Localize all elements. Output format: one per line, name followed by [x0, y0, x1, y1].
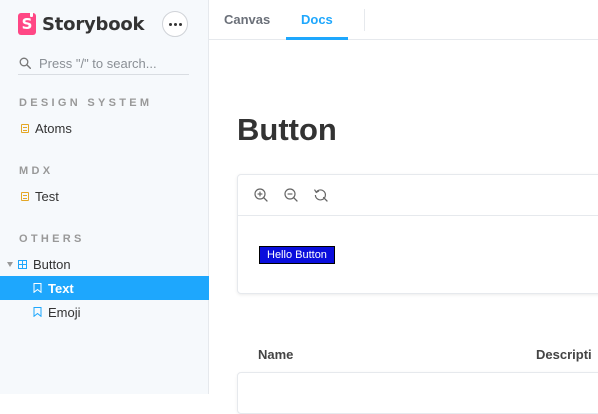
sidebar-item-test[interactable]: Test — [0, 184, 209, 208]
section-title-others: OTHERS — [19, 233, 85, 245]
tab-divider — [364, 9, 365, 31]
preview-toolbar — [238, 175, 598, 216]
props-header-description: Descripti — [536, 347, 592, 362]
zoom-out-icon[interactable] — [283, 187, 299, 203]
toolbar-tabs: Canvas Docs — [209, 0, 598, 40]
page-title: Button — [237, 112, 337, 147]
search-box — [18, 52, 189, 75]
sidebar-item-label: Test — [35, 188, 59, 204]
hello-button[interactable]: Hello Button — [259, 246, 335, 264]
sidebar-item-label: Button — [33, 256, 71, 272]
sidebar-item-button[interactable]: Button — [0, 252, 209, 276]
menu-button[interactable] — [162, 11, 188, 37]
props-header-name: Name — [258, 347, 294, 362]
ellipsis-dot — [178, 22, 182, 26]
section-title-design-system: DESIGN SYSTEM — [19, 97, 153, 109]
zoom-in-icon[interactable] — [253, 187, 269, 203]
chevron-down-icon[interactable] — [7, 261, 13, 267]
section-title-mdx: MDX — [19, 165, 54, 177]
search-input[interactable] — [39, 55, 187, 71]
component-icon — [18, 259, 27, 269]
ellipsis-icon — [168, 22, 172, 26]
brand-name: Storybook — [42, 13, 145, 35]
tab-canvas[interactable]: Canvas — [224, 0, 270, 40]
sidebar-item-atoms[interactable]: Atoms — [0, 116, 209, 140]
story-preview: Hello Button — [237, 174, 598, 294]
storybook-logo[interactable]: S Storybook — [18, 12, 145, 36]
bookmark-icon — [33, 307, 42, 317]
reset-zoom-icon[interactable] — [313, 187, 329, 203]
sidebar-item-emoji[interactable]: Emoji — [0, 300, 209, 324]
props-table — [237, 372, 598, 414]
sidebar-item-label: Text — [48, 280, 74, 296]
document-icon — [21, 191, 29, 201]
sidebar-item-label: Emoji — [48, 304, 81, 320]
sidebar-item-label: Atoms — [35, 120, 72, 136]
sidebar-item-text[interactable]: Text — [0, 276, 209, 300]
search-icon — [19, 57, 31, 69]
storybook-logo-icon: S — [18, 12, 36, 35]
bookmark-icon — [33, 283, 42, 293]
ellipsis-dot — [173, 22, 177, 26]
document-icon — [21, 123, 29, 133]
sidebar: S Storybook DESIGN SYSTEM Atoms MDX Test… — [0, 0, 209, 394]
tab-docs[interactable]: Docs — [286, 0, 348, 40]
